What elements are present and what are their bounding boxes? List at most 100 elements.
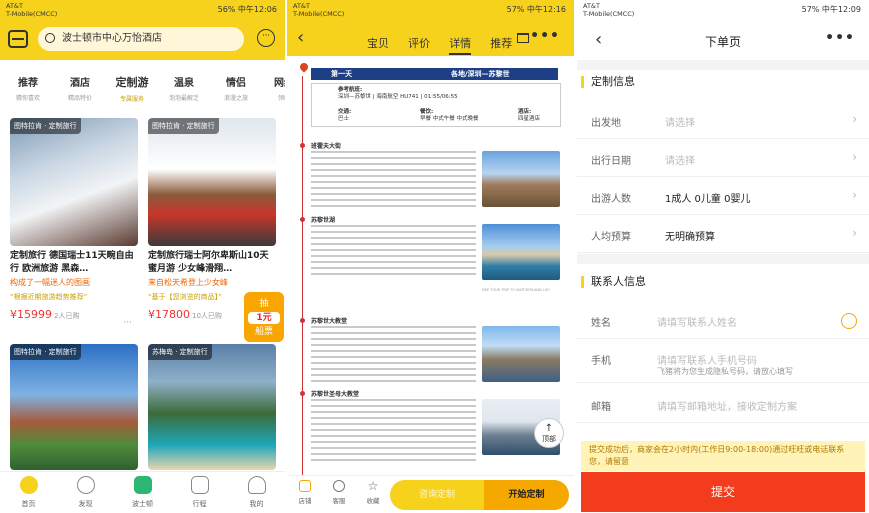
phone-hint: 飞猪将为您生成隐私号码，请放心填写 xyxy=(657,367,793,376)
photo-street xyxy=(482,151,560,207)
status-bar: AT&T T-Mobile(CMCC) 56% 中午12:06 xyxy=(0,0,285,22)
tab-reviews[interactable]: 评价 xyxy=(408,37,430,50)
start-custom-button[interactable]: 开始定制 xyxy=(484,480,569,510)
product-image: 苏梅岛 · 定制旅行 xyxy=(148,344,276,470)
tab-trending[interactable]: 网红领略 xyxy=(256,74,285,102)
tab-profile[interactable]: 我的 xyxy=(228,476,285,509)
itinerary-document: 第一天 各地/深圳—苏黎世 参考航班: 深圳—苏黎世 | 海南航空 HU741 |… xyxy=(287,56,574,506)
detail-bottom-bar: 店铺 客服 ☆ 收藏 咨询定制 开始定制 xyxy=(287,475,574,513)
chat-bubble-icon[interactable]: ··· xyxy=(257,29,275,47)
email-field[interactable]: 请填写邮箱地址，接收定制方案 xyxy=(657,398,797,413)
product-sold: 10人已购 xyxy=(192,312,222,320)
product-image: 图特拉肯 · 定制旅行 xyxy=(10,344,138,470)
scan-icon[interactable] xyxy=(8,30,28,48)
product-card[interactable]: 苏梅岛 · 定制旅行 xyxy=(148,344,276,470)
star-icon: ☆ xyxy=(367,479,379,493)
tab-label: 首页 xyxy=(21,500,36,508)
tab-home[interactable]: 首页 xyxy=(0,476,57,509)
product-card[interactable]: 图特拉肯 · 定制旅行 xyxy=(10,344,138,470)
product-tag: 图特拉肯 · 定制旅行 xyxy=(148,118,219,134)
tab-label: 波士顿 xyxy=(132,500,153,508)
more-icon[interactable]: ••• xyxy=(530,28,560,44)
product-image: 图特拉肯 · 定制旅行 xyxy=(148,118,276,246)
section-title: 苏黎世湖 xyxy=(311,217,336,224)
profile-icon xyxy=(247,476,266,494)
cart-icon[interactable] xyxy=(517,33,529,43)
tab-label: 发现 xyxy=(78,500,93,508)
contact-icon[interactable] xyxy=(841,313,857,329)
tab-label: 定制游 xyxy=(115,76,149,89)
home-screen: AT&T T-Mobile(CMCC) 56% 中午12:06 波士顿市中心万怡… xyxy=(0,0,285,513)
tab-recommend[interactable]: 推荐 xyxy=(490,37,512,50)
scroll-top-button[interactable]: ↑ 顶部 xyxy=(534,418,564,448)
tab-itinerary[interactable]: 行程 xyxy=(171,476,228,509)
service-button[interactable]: 客服 xyxy=(327,480,351,505)
section-title: 苏黎世大教堂 xyxy=(311,318,348,325)
scroll-top-label: 顶部 xyxy=(542,435,556,443)
hotel-value: 四星酒店 xyxy=(518,116,541,122)
favorite-button[interactable]: ☆ 收藏 xyxy=(361,480,385,505)
date-row[interactable]: 出行日期 请选择 › xyxy=(577,139,869,177)
search-input[interactable]: 波士顿市中心万怡酒店 xyxy=(38,27,244,51)
location-pin-icon xyxy=(298,61,310,73)
tab-label: 温泉 xyxy=(174,78,194,89)
favorite-label: 收藏 xyxy=(366,497,380,505)
search-placeholder: 波士顿市中心万怡酒店 xyxy=(62,33,162,44)
product-title: 定制旅行 德国瑞士11天畹自由行 欧洲旅游 黑森… xyxy=(10,251,134,274)
divider xyxy=(577,254,869,264)
day-label: 第一天 xyxy=(331,70,352,78)
section-title: 定制信息 xyxy=(581,76,635,88)
email-row: 邮箱 请填写邮箱地址，接收定制方案 xyxy=(577,385,869,423)
timeline-line xyxy=(302,76,303,506)
shop-icon xyxy=(299,480,311,492)
timeline-dot xyxy=(300,391,305,396)
row-value: 1成人 0儿童 0婴儿 xyxy=(665,194,751,205)
detail-tabs: 宝贝 评价 详情 推荐 xyxy=(367,32,526,55)
more-options-icon[interactable]: ··· xyxy=(123,318,132,328)
order-screen: AT&T T-Mobile(CMCC) 57% 中午12:09 ‹ 下单页 ••… xyxy=(577,0,869,513)
departure-row[interactable]: 出发地 请选择 › xyxy=(577,101,869,139)
consult-button[interactable]: 咨询定制 xyxy=(390,480,484,510)
back-icon[interactable]: ‹ xyxy=(297,29,304,47)
home-icon xyxy=(19,476,38,494)
product-tag: 图特拉肯 · 定制旅行 xyxy=(10,118,81,134)
category-tabs: 推荐猜你喜欢 酒店精品特价 定制游专属服务 温泉泡泡最解乏 情侣浪漫之旅 网红领… xyxy=(0,74,285,110)
row-value: 请选择 xyxy=(665,156,695,167)
phone-field[interactable]: 请填写联系人手机号码 xyxy=(657,352,757,367)
tab-sub: 领略 xyxy=(277,95,285,102)
product-card[interactable]: 图特拉肯 · 定制旅行 定制旅行瑞士阿尔卑斯山10天蜜月游 少女峰滑翔… 来自松… xyxy=(148,118,276,321)
tab-discover[interactable]: 发现 xyxy=(57,476,114,509)
submit-button[interactable]: 提交 xyxy=(581,472,865,512)
meals-value: 早餐 中式午餐 中式晚餐 xyxy=(420,116,479,122)
tab-item[interactable]: 宝贝 xyxy=(367,37,389,50)
tab-sub: 猜你喜欢 xyxy=(15,95,40,102)
tab-label: 行程 xyxy=(192,500,207,508)
transport-value: 巴士 xyxy=(338,116,350,122)
status-right: 57% 中午12:09 xyxy=(801,5,861,14)
divider xyxy=(577,60,869,70)
product-card[interactable]: 图特拉肯 · 定制旅行 定制旅行 德国瑞士11天畹自由行 欧洲旅游 黑森… 构成… xyxy=(10,118,138,328)
promo-badge-value: 1元 xyxy=(248,312,280,324)
row-label: 出行日期 xyxy=(591,156,631,167)
flight-value: 深圳—苏黎世 | 海南航空 HU741 | 01:55/06:55 xyxy=(338,94,458,100)
tab-details[interactable]: 详情 xyxy=(449,37,472,55)
more-icon[interactable]: ••• xyxy=(825,30,855,46)
name-field[interactable]: 请填写联系人姓名 xyxy=(657,314,737,329)
budget-row[interactable]: 人均预算 无明确预算 › xyxy=(577,215,869,253)
status-right: 56% 中午12:06 xyxy=(217,5,277,14)
tab-hot-spring[interactable]: 温泉 泡泡最解乏 xyxy=(156,74,212,102)
section-title: 联系人信息 xyxy=(581,276,646,288)
shop-button[interactable]: 店铺 xyxy=(293,480,317,505)
chevron-right-icon: › xyxy=(852,188,857,202)
chat-icon xyxy=(333,480,345,492)
status-right: 57% 中午12:16 xyxy=(506,5,566,14)
tab-hotel[interactable]: 酒店 精品特价 xyxy=(52,74,108,102)
row-label: 邮箱 xyxy=(591,402,611,413)
tab-city[interactable]: 波士顿 xyxy=(114,476,171,509)
section-text xyxy=(311,399,476,465)
tab-recommend[interactable]: 推荐 猜你喜欢 xyxy=(0,74,56,102)
section-title: 苏黎世圣母大教堂 xyxy=(311,391,360,398)
travelers-row[interactable]: 出游人数 1成人 0儿童 0婴儿 › xyxy=(577,177,869,215)
promo-badge[interactable]: 抽 1元 船票 xyxy=(244,292,284,342)
tab-custom-tour[interactable]: 定制游 专属服务 xyxy=(104,74,160,103)
